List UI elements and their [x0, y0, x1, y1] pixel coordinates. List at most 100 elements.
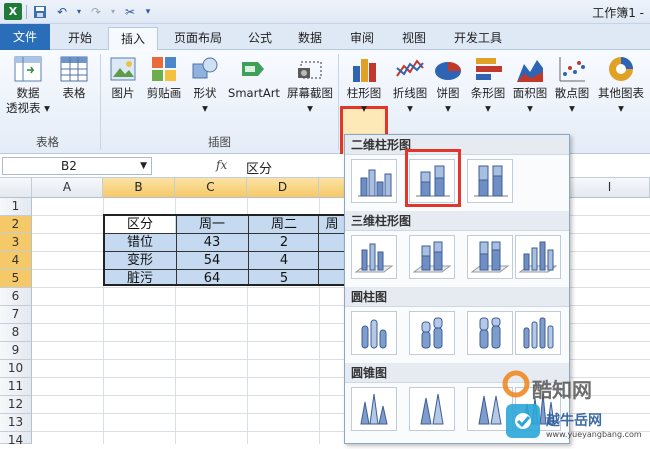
row-header[interactable]: 8: [0, 324, 32, 342]
column-header-b[interactable]: B: [103, 178, 175, 198]
row-header[interactable]: 2: [0, 216, 32, 234]
shapes-button[interactable]: 形状 ▾: [188, 54, 222, 115]
window-title: 工作簿1 -: [592, 6, 644, 20]
stacked-cylinder-icon[interactable]: [409, 311, 455, 355]
group-separator: [100, 54, 101, 150]
tab-home[interactable]: 开始: [58, 27, 102, 50]
3d-column-icon[interactable]: [515, 235, 561, 279]
picture-button[interactable]: 图片: [106, 54, 140, 101]
bar-chart-icon: [473, 54, 503, 84]
column-header-c[interactable]: C: [175, 178, 247, 198]
tab-file[interactable]: 文件: [0, 24, 50, 50]
pivot-table-label-2-text: 透视表: [6, 101, 41, 115]
clustered-cone-icon[interactable]: [351, 387, 397, 431]
table-button[interactable]: 表格: [56, 54, 92, 101]
screenshot-button[interactable]: 屏幕截图 ▾: [284, 54, 336, 115]
clustered-cylinder-icon[interactable]: [351, 311, 397, 355]
group-separator: [338, 54, 339, 150]
shapes-dropdown-icon: ▾: [202, 101, 208, 115]
percent-stacked-column-icon[interactable]: [467, 159, 513, 203]
tools-icon[interactable]: ✂: [121, 3, 139, 20]
shapes-icon: [190, 54, 220, 84]
column-chart-button[interactable]: 柱形图 ▾: [342, 54, 386, 115]
clustered-column-icon[interactable]: [351, 159, 397, 203]
undo-dropdown-icon[interactable]: ▾: [75, 3, 83, 20]
name-box-dropdown-icon[interactable]: ▼: [140, 158, 147, 174]
other-charts-button[interactable]: 其他图表 ▾: [594, 54, 648, 115]
line-chart-icon: [395, 54, 425, 84]
area-chart-button[interactable]: 面积图 ▾: [510, 54, 550, 115]
bar-chart-dropdown-icon: ▾: [485, 101, 491, 115]
redo-icon[interactable]: ↷: [87, 3, 105, 20]
tab-review[interactable]: 审阅: [342, 27, 382, 50]
clipart-label: 剪贴画: [146, 86, 182, 100]
3d-stacked-column-icon[interactable]: [409, 235, 455, 279]
redo-dropdown-icon[interactable]: ▾: [109, 3, 117, 20]
customize-qat-icon[interactable]: ▾: [143, 3, 153, 20]
data-table[interactable]: 区分 周一 周二 周 错位 43 2 变形 54 4 脏污 64 5: [103, 214, 347, 286]
line-chart-button[interactable]: 折线图 ▾: [390, 54, 430, 115]
row-header[interactable]: 14: [0, 432, 32, 447]
pie-chart-dropdown-icon: ▾: [445, 101, 451, 115]
screenshot-label: 屏幕截图: [287, 86, 333, 100]
row-header[interactable]: 6: [0, 288, 32, 306]
tab-page-layout[interactable]: 页面布局: [166, 27, 230, 50]
picture-label: 图片: [111, 86, 135, 100]
line-chart-dropdown-icon: ▾: [407, 101, 413, 115]
tab-view[interactable]: 视图: [394, 27, 434, 50]
row-header[interactable]: 10: [0, 360, 32, 378]
3d-clustered-column-icon[interactable]: [351, 235, 397, 279]
table-icon: [59, 54, 89, 84]
row-header[interactable]: 9: [0, 342, 32, 360]
percent-stacked-cone-icon[interactable]: [467, 387, 513, 431]
quick-access-toolbar: X ↶ ▾ ↷ ▾ ✂ ▾: [4, 3, 153, 20]
pivot-table-button[interactable]: 数据 透视表 ▾: [6, 54, 50, 115]
tab-insert[interactable]: 插入: [108, 27, 158, 51]
title-bar: X ↶ ▾ ↷ ▾ ✂ ▾ 工作簿1 -: [0, 0, 650, 24]
tab-data[interactable]: 数据: [290, 27, 330, 50]
group-label-tables: 表格: [36, 135, 59, 149]
column-chart-icon: [349, 54, 379, 84]
pivot-table-label-1: 数据: [16, 86, 40, 100]
pivot-table-label-2: 透视表 ▾: [6, 101, 50, 115]
select-all-corner[interactable]: [0, 178, 32, 198]
column-header-d[interactable]: D: [247, 178, 319, 198]
row-header[interactable]: 12: [0, 396, 32, 414]
tab-formulas[interactable]: 公式: [240, 27, 280, 50]
formula-content[interactable]: 区分: [246, 158, 272, 177]
row-header[interactable]: 13: [0, 414, 32, 432]
3d-cylinder-icon[interactable]: [515, 311, 561, 355]
pivot-table-icon: [13, 54, 43, 84]
scatter-chart-button[interactable]: 散点图 ▾: [552, 54, 592, 115]
section-cone: 圆锥图: [345, 363, 569, 383]
pie-chart-label: 饼图: [436, 86, 460, 100]
bar-chart-button[interactable]: 条形图 ▾: [468, 54, 508, 115]
column-header-a[interactable]: A: [32, 178, 103, 198]
undo-icon[interactable]: ↶: [53, 3, 71, 20]
row-header[interactable]: 4: [0, 252, 32, 270]
smartart-label: SmartArt: [228, 86, 280, 100]
stacked-cone-icon[interactable]: [409, 387, 455, 431]
row-header[interactable]: 1: [0, 198, 32, 216]
smartart-button[interactable]: SmartArt: [226, 54, 282, 101]
area-chart-label: 面积图: [512, 86, 548, 100]
smartart-icon: [239, 54, 269, 84]
row-header[interactable]: 5: [0, 270, 32, 288]
column-header-i[interactable]: I: [570, 178, 650, 198]
clipart-button[interactable]: 剪贴画: [144, 54, 184, 101]
percent-stacked-cylinder-icon[interactable]: [467, 311, 513, 355]
3d-percent-stacked-column-icon[interactable]: [467, 235, 513, 279]
row-header[interactable]: 7: [0, 306, 32, 324]
row-header[interactable]: 11: [0, 378, 32, 396]
name-box[interactable]: B2 ▼: [2, 157, 152, 175]
excel-logo-icon: X: [4, 3, 22, 20]
ribbon-tabs: 文件 开始 插入 页面布局 公式 数据 审阅 视图 开发工具: [0, 24, 650, 51]
row-header[interactable]: 3: [0, 234, 32, 252]
pie-chart-button[interactable]: 饼图 ▾: [432, 54, 464, 115]
insert-function-icon[interactable]: fx: [216, 158, 227, 172]
tab-developer[interactable]: 开发工具: [446, 27, 510, 50]
save-icon[interactable]: [31, 3, 49, 20]
scatter-chart-label: 散点图: [554, 86, 590, 100]
scatter-chart-dropdown-icon: ▾: [569, 101, 575, 115]
3d-cone-icon[interactable]: [515, 387, 561, 431]
